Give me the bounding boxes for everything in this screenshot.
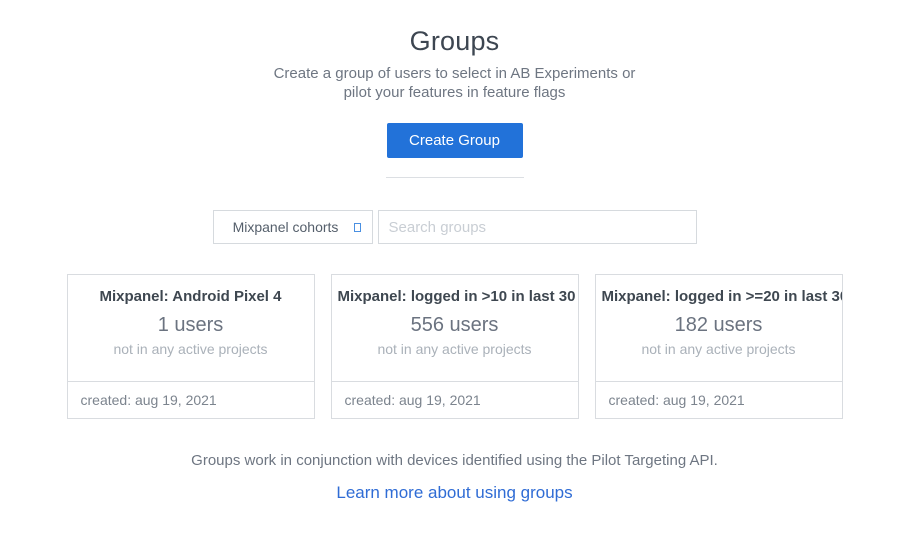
group-cards-row: Mixpanel: Android Pixel 4 1 users not in… [0,274,909,419]
group-card-body: Mixpanel: Android Pixel 4 1 users not in… [68,275,314,381]
footer-note: Groups work in conjunction with devices … [0,452,909,469]
group-card-created: created: aug 19, 2021 [68,381,314,418]
group-card-status: not in any active projects [596,341,842,357]
filter-row: Mixpanel cohorts [0,210,909,244]
group-card-users-count: 556 users [332,314,578,337]
cohort-source-dropdown[interactable]: Mixpanel cohorts [213,210,373,244]
group-card-title: Mixpanel: logged in >=20 in last 30... [596,288,842,305]
group-card-logged-in-gte20[interactable]: Mixpanel: logged in >=20 in last 30... 1… [595,274,843,419]
group-card-users-count: 1 users [68,314,314,337]
group-card-status: not in any active projects [332,341,578,357]
page-subtitle-line-2: pilot your features in feature flags [0,83,909,102]
header-divider [386,177,524,178]
dropdown-indicator-icon [354,223,361,232]
group-card-created: created: aug 19, 2021 [596,381,842,418]
create-group-button[interactable]: Create Group [387,123,523,158]
groups-page: Groups Create a group of users to select… [0,0,909,558]
learn-more-link[interactable]: Learn more about using groups [336,483,572,503]
group-card-users-count: 182 users [596,314,842,337]
group-card-status: not in any active projects [68,341,314,357]
group-card-body: Mixpanel: logged in >=20 in last 30... 1… [596,275,842,381]
page-subtitle: Create a group of users to select in AB … [0,64,909,102]
cohort-source-dropdown-value: Mixpanel cohorts [233,219,339,235]
group-card-body: Mixpanel: logged in >10 in last 30 ... 5… [332,275,578,381]
group-card-title: Mixpanel: Android Pixel 4 [68,288,314,305]
page-subtitle-line-1: Create a group of users to select in AB … [0,64,909,83]
search-groups-input[interactable] [378,210,697,244]
group-card-title: Mixpanel: logged in >10 in last 30 ... [332,288,578,305]
group-card-created: created: aug 19, 2021 [332,381,578,418]
page-title: Groups [0,26,909,57]
group-card-android-pixel-4[interactable]: Mixpanel: Android Pixel 4 1 users not in… [67,274,315,419]
group-card-logged-in-gt10[interactable]: Mixpanel: logged in >10 in last 30 ... 5… [331,274,579,419]
